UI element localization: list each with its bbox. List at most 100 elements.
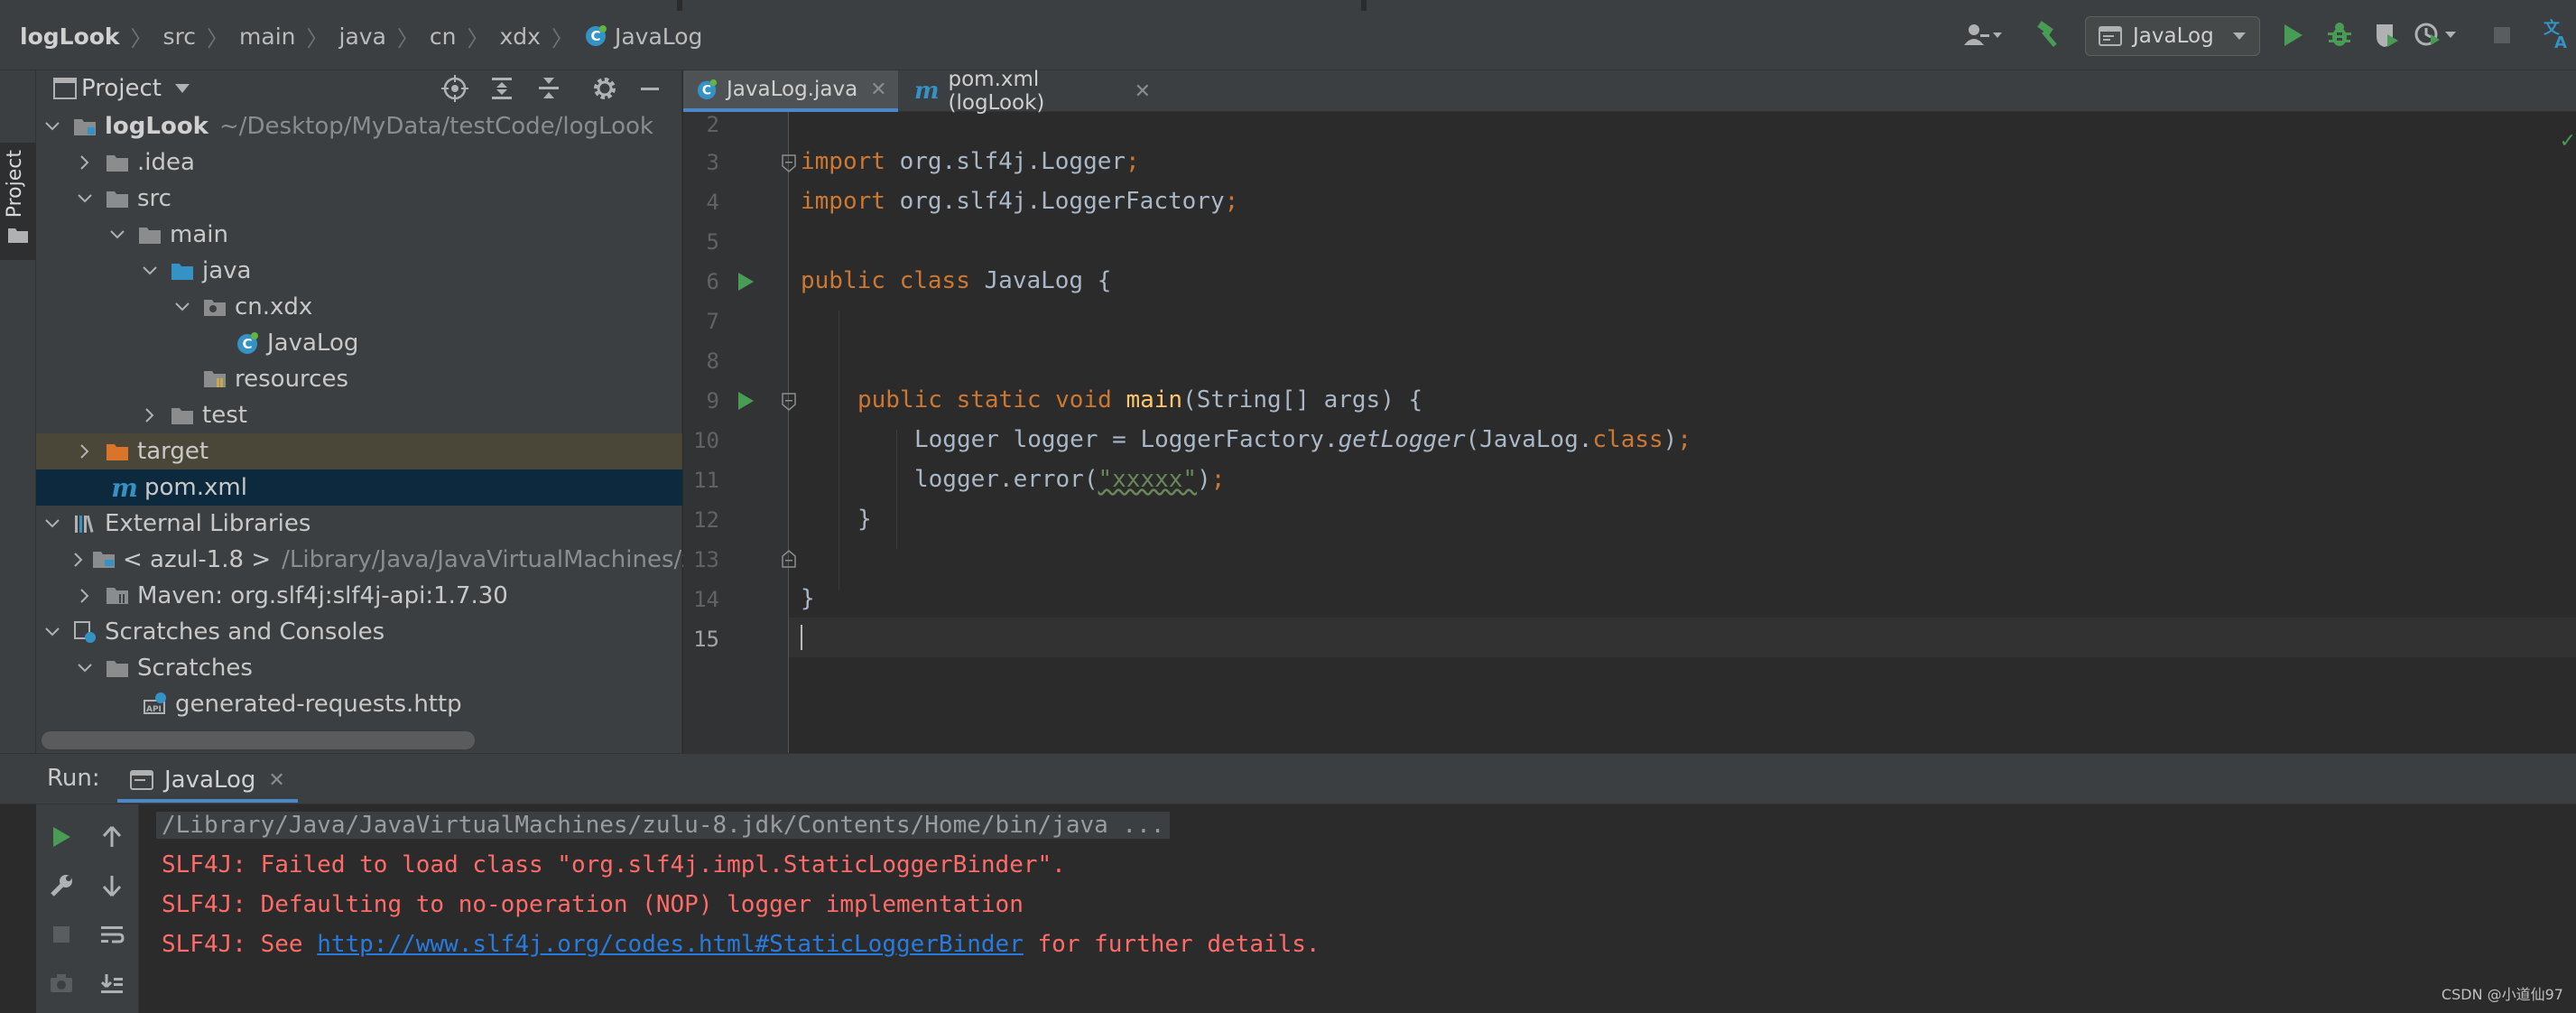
horizontal-scrollbar[interactable] bbox=[42, 731, 475, 749]
tab-pom-xml[interactable]: m pom.xml (logLook) ✕ bbox=[902, 68, 1163, 115]
code-line-12[interactable]: } bbox=[857, 506, 872, 533]
library-icon bbox=[72, 511, 97, 536]
project-view-selector[interactable]: Project bbox=[81, 75, 190, 102]
rerun-icon[interactable] bbox=[47, 822, 76, 851]
chevron-down-icon[interactable] bbox=[42, 116, 63, 137]
fold-icon[interactable] bbox=[781, 549, 797, 569]
tree-item-java[interactable]: java bbox=[36, 253, 682, 289]
chevron-right-icon[interactable] bbox=[74, 441, 96, 462]
code-token: (JavaLog. bbox=[1465, 426, 1593, 453]
tree-item-maven-slf4j[interactable]: Maven: org.slf4j:slf4j-api:1.7.30 bbox=[36, 578, 682, 614]
code-token: ; bbox=[1224, 188, 1239, 215]
tree-item-test[interactable]: test bbox=[36, 397, 682, 433]
scroll-to-end-icon[interactable] bbox=[97, 969, 126, 998]
chevron-down-icon[interactable] bbox=[42, 513, 63, 534]
breadcrumb-item[interactable]: logLook bbox=[20, 23, 120, 50]
close-icon[interactable]: ✕ bbox=[1135, 80, 1151, 103]
close-icon[interactable]: ✕ bbox=[268, 769, 284, 792]
breadcrumb-item[interactable]: java bbox=[339, 23, 386, 50]
hammer-icon[interactable] bbox=[2031, 14, 2067, 56]
folder-icon bbox=[137, 222, 162, 247]
fold-icon[interactable] bbox=[781, 392, 797, 412]
camera-icon[interactable] bbox=[47, 969, 76, 998]
chevron-down-icon[interactable] bbox=[139, 260, 161, 282]
project-tool-window-button[interactable]: Project bbox=[0, 143, 36, 260]
locate-icon[interactable] bbox=[440, 74, 469, 103]
run-icon[interactable] bbox=[2275, 14, 2311, 56]
code-line-6[interactable]: public class JavaLog { bbox=[801, 267, 1111, 294]
chevron-down-icon[interactable] bbox=[74, 188, 96, 209]
code-line-10[interactable]: Logger logger = LoggerFactory.getLogger(… bbox=[914, 426, 1691, 453]
tab-label: pom.xml (logLook) bbox=[948, 68, 1045, 115]
soft-wrap-icon[interactable] bbox=[97, 920, 126, 949]
run-configuration-select[interactable]: JavaLog bbox=[2085, 16, 2260, 56]
tab-javalog-java[interactable]: C JavaLog.java ✕ bbox=[683, 70, 898, 112]
stop-icon[interactable] bbox=[47, 920, 76, 949]
tree-item-target[interactable]: target bbox=[36, 433, 682, 469]
tree-item-label: Scratches and Consoles bbox=[105, 618, 385, 646]
code-line-11[interactable]: logger.error("xxxxx"); bbox=[914, 466, 1225, 493]
chevron-down-icon[interactable] bbox=[74, 657, 96, 679]
code-line-14[interactable]: } bbox=[801, 585, 815, 612]
breadcrumb-item[interactable]: main bbox=[239, 23, 295, 50]
chevron-right-icon[interactable] bbox=[139, 404, 161, 426]
tree-item-loglook[interactable]: logLook ~/Desktop/MyData/testCode/logLoo… bbox=[36, 108, 682, 144]
chevron-down-icon[interactable] bbox=[107, 224, 128, 246]
fold-icon[interactable] bbox=[781, 153, 797, 173]
chevron-down-icon[interactable] bbox=[42, 621, 63, 643]
breadcrumb-item[interactable]: cn bbox=[430, 23, 457, 50]
chevron-down-icon[interactable] bbox=[171, 296, 193, 318]
chevron-right-icon[interactable] bbox=[74, 152, 96, 173]
project-panel-header: Project bbox=[36, 70, 682, 107]
stop-icon[interactable] bbox=[2484, 14, 2520, 56]
console-output[interactable]: /Library/Java/JavaVirtualMachines/zulu-8… bbox=[140, 804, 2576, 1013]
run-gutter-icon[interactable] bbox=[736, 271, 755, 293]
tree-item-external-libraries[interactable]: External Libraries bbox=[36, 506, 682, 542]
tab-run-javalog[interactable]: JavaLog ✕ bbox=[117, 757, 298, 803]
arrow-up-icon[interactable] bbox=[97, 822, 126, 851]
code-line-3[interactable]: import org.slf4j.Logger; bbox=[801, 148, 1140, 175]
tree-item-scratches-consoles[interactable]: Scratches and Consoles bbox=[36, 614, 682, 650]
profile-icon[interactable] bbox=[2412, 14, 2462, 56]
run-gutter-icon[interactable] bbox=[736, 390, 755, 412]
breadcrumb-item[interactable]: src bbox=[163, 23, 197, 50]
user-icon[interactable] bbox=[1959, 14, 2007, 56]
tree-item-main[interactable]: main bbox=[36, 217, 682, 253]
tree-item-cn-xdx[interactable]: cn.xdx bbox=[36, 289, 682, 325]
code-token: ; bbox=[1210, 466, 1226, 493]
chevron-right-icon[interactable] bbox=[74, 585, 96, 607]
tree-item-resources[interactable]: resources bbox=[36, 361, 682, 397]
arrow-down-icon[interactable] bbox=[97, 871, 126, 900]
project-view-icon bbox=[53, 78, 77, 99]
expand-all-icon[interactable] bbox=[487, 74, 516, 103]
line-number: 10 bbox=[693, 428, 719, 453]
breadcrumb-item[interactable]: xdx bbox=[500, 23, 541, 50]
code-line-4[interactable]: import org.slf4j.LoggerFactory; bbox=[801, 188, 1238, 215]
chevron-right-icon[interactable] bbox=[74, 549, 83, 571]
tree-item-src[interactable]: src bbox=[36, 181, 682, 217]
breadcrumb-item[interactable]: JavaLog bbox=[615, 23, 702, 50]
code-line-9[interactable]: public static void main(String[] args) { bbox=[857, 386, 1422, 414]
debug-icon[interactable] bbox=[2321, 14, 2358, 56]
gear-icon[interactable] bbox=[590, 74, 619, 103]
tree-item-scratches[interactable]: Scratches bbox=[36, 650, 682, 686]
inspection-ok-icon[interactable]: ✓ bbox=[2560, 130, 2576, 153]
tree-item-label: logLook bbox=[105, 113, 208, 140]
translate-icon[interactable]: 文A bbox=[2540, 14, 2576, 56]
code-token: JavaLog { bbox=[969, 267, 1112, 294]
tree-item-generated-requests[interactable]: API generated-requests.http bbox=[36, 686, 682, 722]
tree-item-pom[interactable]: m pom.xml bbox=[36, 469, 682, 506]
tree-item-idea[interactable]: .idea bbox=[36, 144, 682, 181]
code-token: class bbox=[899, 267, 970, 294]
code-token: ) bbox=[1663, 426, 1678, 453]
console-link[interactable]: http://www.slf4j.org/codes.html#StaticLo… bbox=[317, 931, 1024, 958]
tree-item-azul[interactable]: < azul-1.8 > /Library/Java/JavaVirtualMa… bbox=[36, 542, 694, 578]
collapse-all-icon[interactable] bbox=[534, 74, 563, 103]
hide-icon[interactable] bbox=[635, 74, 664, 103]
folder-icon bbox=[170, 403, 195, 428]
close-icon[interactable]: ✕ bbox=[870, 79, 886, 101]
chevron-right-icon: 〉 bbox=[207, 25, 229, 51]
wrench-icon[interactable] bbox=[47, 871, 76, 900]
tree-item-javalog[interactable]: C JavaLog bbox=[36, 325, 682, 361]
coverage-icon[interactable] bbox=[2368, 14, 2405, 56]
